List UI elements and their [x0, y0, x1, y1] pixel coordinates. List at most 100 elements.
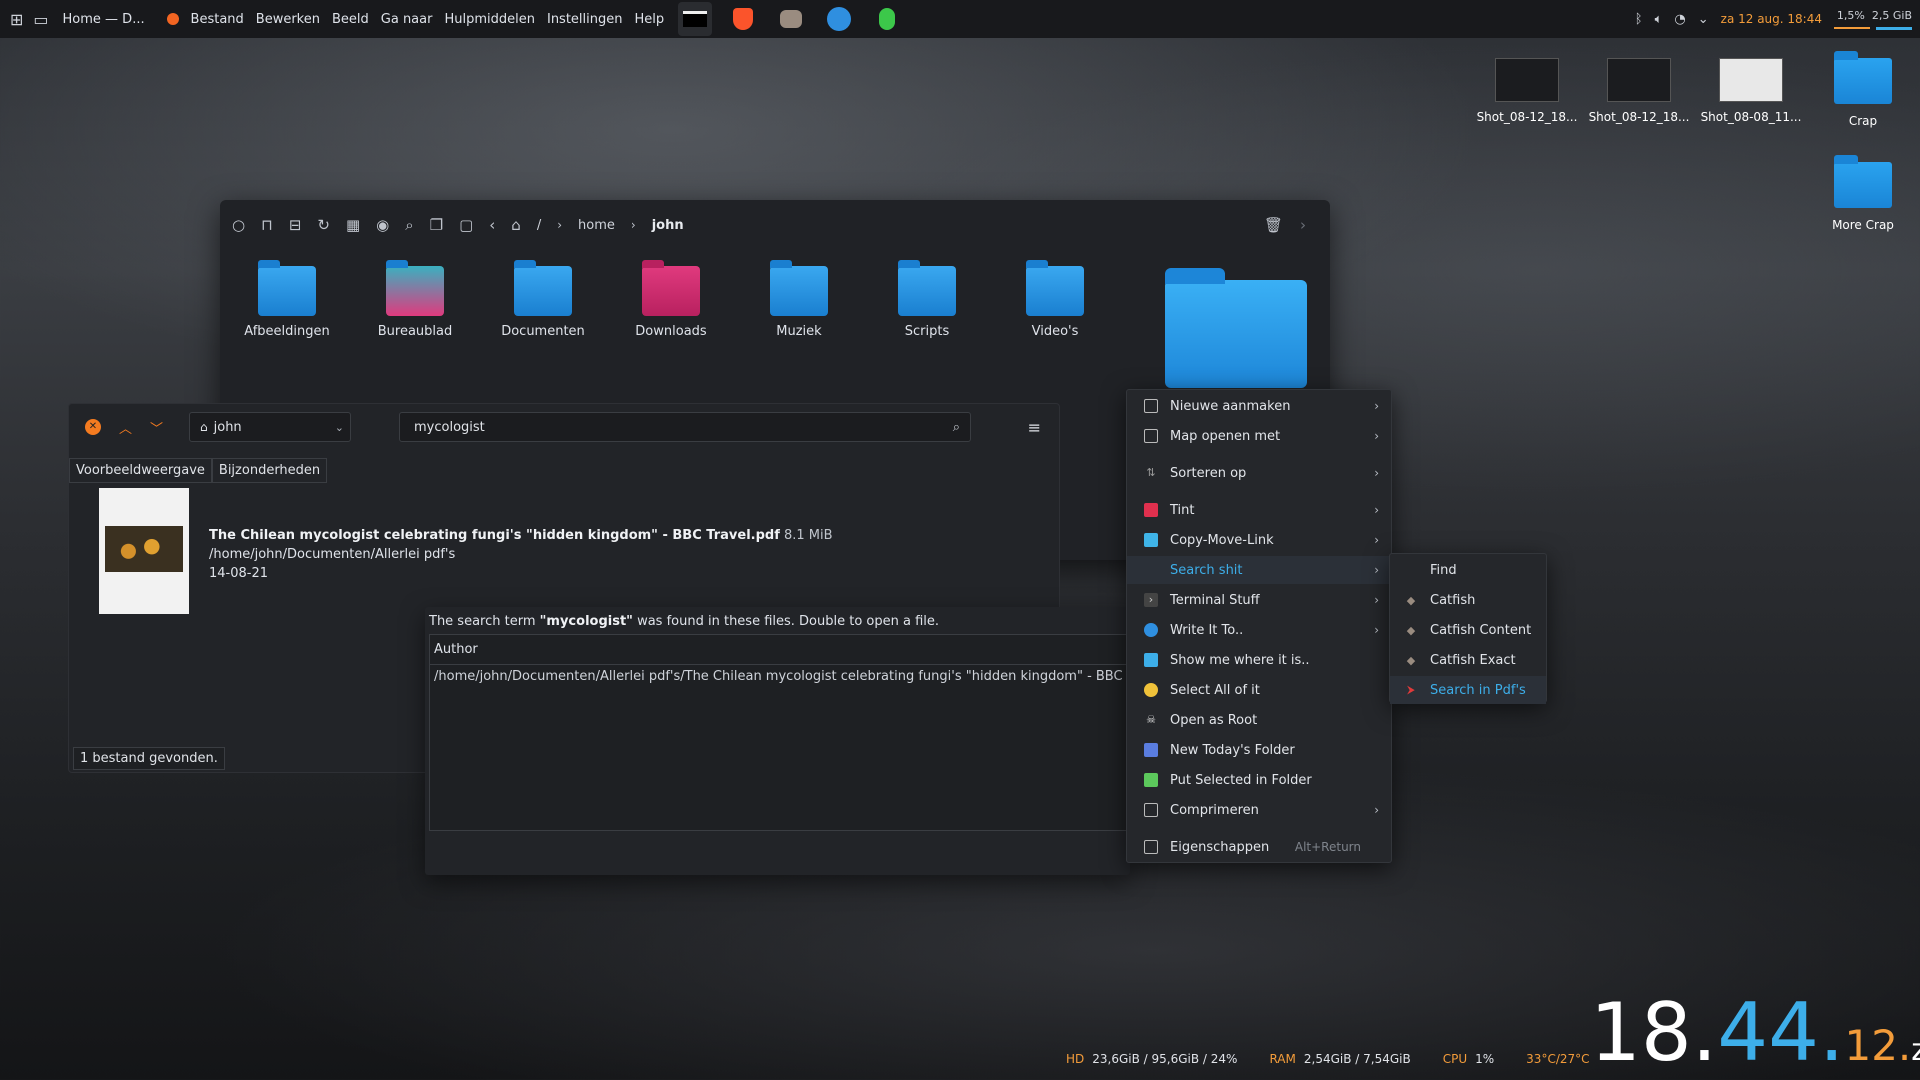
menu-item-show-me-where[interactable]: Show me where it is..: [1127, 646, 1391, 674]
result-title: The Chilean mycologist celebrating fungi…: [209, 528, 780, 543]
task-flask[interactable]: [870, 2, 904, 36]
menu-item-open-as-root[interactable]: ☠ Open as Root: [1127, 706, 1391, 734]
folder-scripts[interactable]: Scripts: [874, 260, 980, 339]
menu-item-search-shit[interactable]: Search shit ›: [1127, 556, 1391, 584]
menu-item-write-it-to[interactable]: Write It To.. ›: [1127, 616, 1391, 644]
menu-item-label: Search shit: [1170, 562, 1243, 578]
window-title[interactable]: Home — D...: [63, 12, 159, 27]
location-select[interactable]: ⌂ john ⌄: [189, 412, 351, 442]
application-launcher-icon[interactable]: ⊞: [10, 10, 23, 29]
pdf-thumbnail: [99, 488, 189, 614]
home-icon[interactable]: ⌂: [511, 216, 521, 234]
tab-preview[interactable]: Voorbeeldweergave: [69, 458, 212, 483]
reload-icon[interactable]: ↻: [317, 216, 330, 234]
menu-item-select-all[interactable]: Select All of it: [1127, 676, 1391, 704]
menu-beeld[interactable]: Beeld: [332, 12, 369, 27]
task-browser[interactable]: [822, 2, 856, 36]
system-stats: HD 23,6GiB / 95,6GiB / 24% RAM 2,54GiB /…: [1066, 1052, 1590, 1066]
menu-item-eigenschappen[interactable]: Eigenschappen Alt+Return: [1127, 833, 1391, 861]
volume-icon[interactable]: 🔈︎: [1655, 12, 1663, 27]
chevron-down-icon[interactable]: ⌄: [1698, 12, 1709, 27]
folder-icon: [1144, 653, 1158, 667]
menu-item-tint[interactable]: Tint ›: [1127, 496, 1391, 524]
folder-afbeeldingen[interactable]: Afbeeldingen: [234, 260, 340, 339]
submenu-item-find[interactable]: Find: [1390, 556, 1546, 584]
search-input[interactable]: mycologist ⌕: [399, 412, 971, 442]
desktop-icon-label: Shot_08-08_11...: [1700, 110, 1802, 124]
folder-grid: Afbeeldingen Bureaublad Documenten Downl…: [234, 260, 1108, 339]
split-view-icon[interactable]: ⊟: [289, 216, 302, 234]
submenu-item-catfish[interactable]: ◆ Catfish: [1390, 586, 1546, 614]
menu-item-sorteren-op[interactable]: ⇅ Sorteren op ›: [1127, 459, 1391, 487]
menu-instellingen[interactable]: Instellingen: [547, 12, 623, 27]
menu-help[interactable]: Help: [635, 12, 665, 27]
bluetooth-icon[interactable]: ᛒ: [1635, 12, 1643, 27]
properties-icon: [1144, 840, 1158, 854]
menu-item-put-selected-in-folder[interactable]: Put Selected in Folder: [1127, 766, 1391, 794]
folder-icon: [1026, 260, 1084, 316]
menu-bestand[interactable]: Bestand: [191, 12, 244, 27]
desktop-icon-screenshot-3[interactable]: Shot_08-08_11...: [1697, 58, 1805, 124]
menu-ga-naar[interactable]: Ga naar: [381, 12, 433, 27]
system-monitor[interactable]: 1,5% 2,5 GiB: [1834, 9, 1912, 30]
folder-downloads[interactable]: Downloads: [618, 260, 724, 339]
menu-item-terminal-stuff[interactable]: › Terminal Stuff ›: [1127, 586, 1391, 614]
chevron-down-icon[interactable]: ﹀: [150, 418, 163, 437]
circle-icon[interactable]: ○: [232, 216, 245, 234]
breadcrumb-root[interactable]: /: [537, 218, 541, 233]
search-icon[interactable]: ⌕: [953, 420, 960, 435]
select-all-icon: [1144, 683, 1158, 697]
eye-icon[interactable]: ◉: [376, 216, 389, 234]
hamburger-menu-icon[interactable]: ≡: [1028, 418, 1041, 437]
home-icon: ⌂: [200, 420, 208, 434]
desktop-icon-screenshot-1[interactable]: Shot_08-12_18...: [1473, 58, 1581, 124]
search-icon[interactable]: ⌕: [405, 216, 413, 234]
bookmark-icon[interactable]: ⊓: [261, 216, 273, 234]
breadcrumb-john[interactable]: john: [652, 218, 684, 233]
result-details: The Chilean mycologist celebrating fungi…: [209, 526, 833, 583]
submenu-item-catfish-content[interactable]: ◆ Catfish Content: [1390, 616, 1546, 644]
menu-item-comprimeren[interactable]: Comprimeren ›: [1127, 796, 1391, 824]
folder-muziek[interactable]: Muziek: [746, 260, 852, 339]
menu-item-new-todays-folder[interactable]: New Today's Folder: [1127, 736, 1391, 764]
result-item[interactable]: The Chilean mycologist celebrating fungi…: [99, 488, 1059, 614]
chevron-up-icon[interactable]: ︿: [119, 418, 132, 437]
paste-icon[interactable]: ▢: [459, 216, 473, 234]
menu-item-label: Write It To..: [1170, 622, 1244, 638]
menu-hulpmiddelen[interactable]: Hulpmiddelen: [444, 12, 535, 27]
menu-item-copy-move-link[interactable]: Copy-Move-Link ›: [1127, 526, 1391, 554]
view-tabs: Voorbeeldweergave Bijzonderheden: [69, 458, 328, 483]
sort-icon: ⇅: [1146, 466, 1156, 479]
menu-item-nieuwe-aanmaken[interactable]: Nieuwe aanmaken ›: [1127, 392, 1391, 420]
submenu-item-catfish-exact[interactable]: ◆ Catfish Exact: [1390, 646, 1546, 674]
tab-details[interactable]: Bijzonderheden: [211, 458, 328, 483]
top-panel: ⊞ ▭ Home — D... Bestand Bewerken Beeld G…: [0, 0, 1920, 38]
close-icon[interactable]: ✕: [85, 419, 101, 435]
folder-bureaublad[interactable]: Bureaublad: [362, 260, 468, 339]
folder-videos[interactable]: Video's: [1002, 260, 1108, 339]
column-header-author[interactable]: Author: [430, 635, 1128, 665]
folder-documenten[interactable]: Documenten: [490, 260, 596, 339]
trash-icon[interactable]: 🗑︎: [1264, 216, 1283, 234]
network-icon[interactable]: ◔: [1674, 12, 1685, 27]
desktop-icon-screenshot-2[interactable]: Shot_08-12_18...: [1585, 58, 1693, 124]
desktop-folder-more-crap[interactable]: More Crap: [1809, 155, 1917, 232]
task-brave[interactable]: [726, 2, 760, 36]
menu-item-map-openen-met[interactable]: Map openen met ›: [1127, 422, 1391, 450]
chevron-right-icon: ›: [1374, 533, 1379, 547]
back-icon[interactable]: ‹: [489, 216, 495, 234]
desktop-folder-crap[interactable]: Crap: [1809, 51, 1917, 128]
copy-icon[interactable]: ❐: [430, 216, 443, 234]
screenshot-icon[interactable]: ▭: [33, 10, 48, 29]
table-row[interactable]: /home/john/Documenten/Allerlei pdf's/The…: [430, 665, 1128, 688]
grid-view-icon[interactable]: ▦: [346, 216, 360, 234]
task-terminal[interactable]: [678, 2, 713, 36]
terminal-icon: ›: [1144, 593, 1158, 607]
forward-icon[interactable]: ›: [1300, 216, 1306, 234]
submenu-item-search-in-pdfs[interactable]: ⮞ Search in Pdf's: [1390, 676, 1546, 704]
menu-bewerken[interactable]: Bewerken: [256, 12, 320, 27]
task-catfish[interactable]: [774, 2, 808, 36]
folder-label: Bureaublad: [377, 324, 453, 339]
breadcrumb-home[interactable]: home: [578, 218, 615, 233]
panel-clock[interactable]: za 12 aug. 18:44: [1721, 12, 1822, 26]
